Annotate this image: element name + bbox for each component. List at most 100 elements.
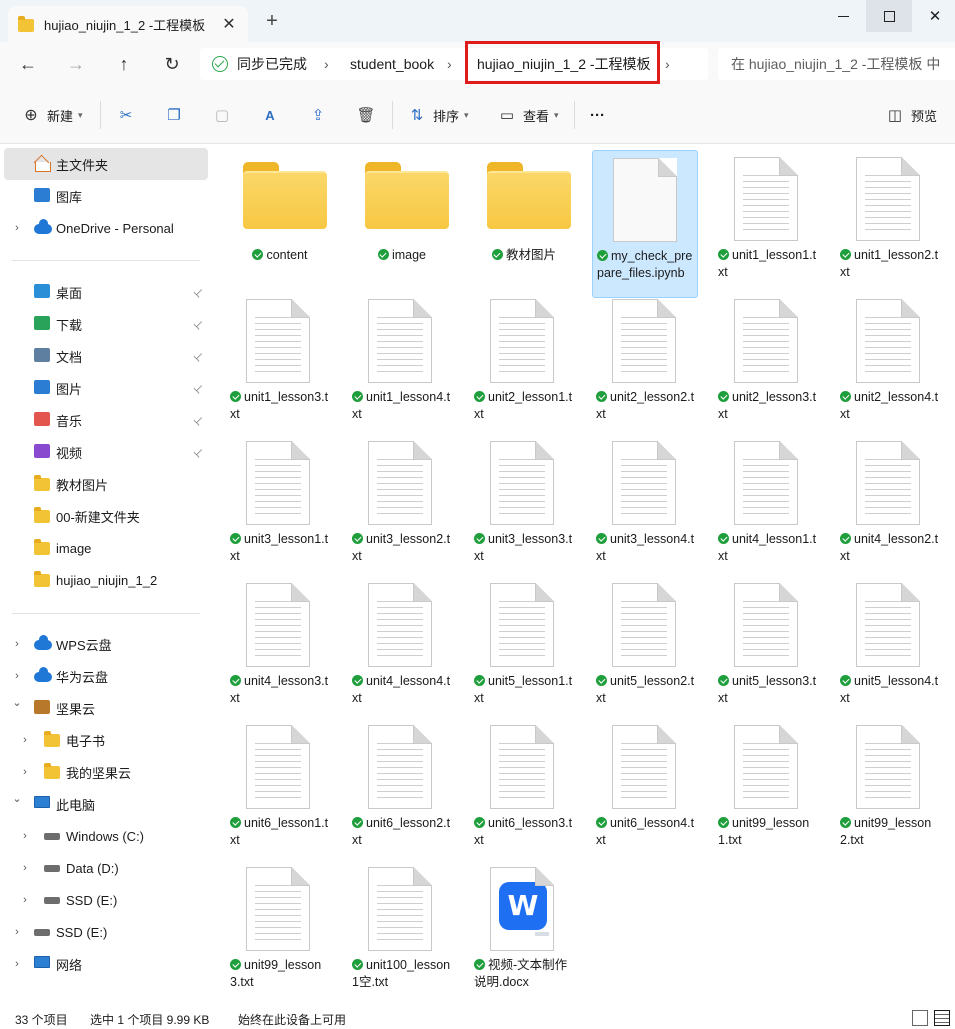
file-item[interactable]: unit6_lesson2.txt [348, 718, 454, 866]
file-item[interactable]: unit99_lesson3.txt [226, 860, 332, 1006]
folder-item[interactable]: image [348, 150, 454, 298]
up-button[interactable]: ↑ [108, 50, 140, 78]
sidebar-item-drive-e-2[interactable]: › SSD (E:) [4, 916, 208, 948]
chevron-down-icon[interactable]: ⌄ [12, 696, 22, 709]
pin-icon[interactable]: ⊥ [191, 316, 207, 332]
sidebar-item-drive-d[interactable]: › Data (D:) [4, 852, 208, 884]
window-tab[interactable]: hujiao_niujin_1_2 -工程模板 ✕ [8, 6, 248, 42]
file-item[interactable]: unit5_lesson4.txt [836, 576, 942, 724]
sidebar-item-quick-access[interactable]: 教材图片 [4, 468, 208, 500]
sidebar-item-quick-access[interactable]: image [4, 532, 208, 564]
sidebar-item-onedrive[interactable]: › OneDrive - Personal [4, 212, 208, 244]
pin-icon[interactable]: ⊥ [191, 380, 207, 396]
chevron-down-icon[interactable]: ⌄ [12, 792, 22, 805]
sidebar-item-home[interactable]: 主文件夹 [4, 148, 208, 180]
pin-icon[interactable]: ⊥ [191, 412, 207, 428]
folder-item[interactable]: content [226, 150, 332, 298]
large-icons-view-toggle[interactable] [934, 1010, 950, 1026]
chevron-right-icon[interactable]: › [12, 958, 22, 970]
pin-icon[interactable]: ⊥ [191, 444, 207, 460]
sidebar-item-my-jianguo[interactable]: › 我的坚果云 [4, 756, 208, 788]
file-item[interactable]: W 视频-文本制作说明.docx [470, 860, 576, 1006]
sidebar-item-quick-access[interactable]: 视频 ⊥ [4, 436, 208, 468]
file-item[interactable]: unit1_lesson4.txt [348, 292, 454, 440]
tab-close-button[interactable]: ✕ [220, 14, 238, 34]
file-item[interactable]: unit5_lesson1.txt [470, 576, 576, 724]
file-item[interactable]: unit1_lesson2.txt [836, 150, 942, 298]
breadcrumb-student-book[interactable]: student_book [350, 48, 434, 80]
sidebar-item-ebook[interactable]: › 电子书 [4, 724, 208, 756]
file-item[interactable]: unit3_lesson3.txt [470, 434, 576, 582]
close-window-button[interactable]: ✕ [912, 0, 955, 32]
sidebar-item-quick-access[interactable]: 00-新建文件夹 [4, 500, 208, 532]
file-item[interactable]: unit2_lesson4.txt [836, 292, 942, 440]
rename-button[interactable]: A [261, 104, 286, 126]
paste-button[interactable]: ▢ [213, 104, 238, 126]
sidebar-item-drive-e[interactable]: › SSD (E:) [4, 884, 208, 916]
copy-button[interactable]: ❐ [165, 104, 190, 126]
cut-button[interactable]: ✂ [117, 104, 142, 126]
file-item[interactable]: unit3_lesson4.txt [592, 434, 698, 582]
chevron-right-icon[interactable]: › [20, 734, 30, 746]
maximize-button[interactable] [866, 0, 912, 32]
chevron-right-icon[interactable]: › [20, 830, 30, 842]
breadcrumb-separator[interactable]: › [665, 48, 670, 80]
share-button[interactable]: ⇪ [309, 104, 334, 126]
breadcrumb-separator[interactable]: › [324, 48, 329, 80]
sidebar-item-jianguo[interactable]: ⌄ 坚果云 [4, 692, 208, 724]
delete-button[interactable]: 🗑 [356, 104, 382, 126]
view-button[interactable]: ▭ 查看 ▾ [498, 104, 559, 126]
file-item[interactable]: unit2_lesson1.txt [470, 292, 576, 440]
file-item[interactable]: unit4_lesson2.txt [836, 434, 942, 582]
file-item[interactable]: unit3_lesson2.txt [348, 434, 454, 582]
minimize-button[interactable] [820, 0, 866, 32]
pin-icon[interactable]: ⊥ [191, 348, 207, 364]
details-view-toggle[interactable] [912, 1010, 928, 1026]
file-item[interactable]: unit2_lesson3.txt [714, 292, 820, 440]
chevron-right-icon[interactable]: › [20, 894, 30, 906]
forward-button[interactable]: → [60, 50, 92, 78]
search-input[interactable]: 在 hujiao_niujin_1_2 -工程模板 中 [718, 48, 955, 80]
sidebar-item-drive-c[interactable]: › Windows (C:) [4, 820, 208, 852]
file-item[interactable]: unit5_lesson3.txt [714, 576, 820, 724]
file-item[interactable]: unit99_lesson2.txt [836, 718, 942, 866]
chevron-right-icon[interactable]: › [20, 862, 30, 874]
file-item[interactable]: unit100_lesson1空.txt [348, 860, 454, 1006]
chevron-right-icon[interactable]: › [20, 766, 30, 778]
back-button[interactable]: ← [12, 50, 44, 78]
sidebar-item-quick-access[interactable]: 文档 ⊥ [4, 340, 208, 372]
sidebar-item-network[interactable]: › 网络 [4, 948, 208, 980]
breadcrumb-separator[interactable]: › [447, 48, 452, 80]
chevron-right-icon[interactable]: › [12, 638, 22, 650]
chevron-right-icon[interactable]: › [12, 926, 22, 938]
pin-icon[interactable]: ⊥ [191, 284, 207, 300]
file-item[interactable]: unit99_lesson1.txt [714, 718, 820, 866]
file-item[interactable]: unit6_lesson4.txt [592, 718, 698, 866]
file-item[interactable]: unit6_lesson1.txt [226, 718, 332, 866]
sidebar-item-quick-access[interactable]: 下载 ⊥ [4, 308, 208, 340]
file-item[interactable]: unit3_lesson1.txt [226, 434, 332, 582]
file-item[interactable]: my_check_prepare_files.ipynb [592, 150, 698, 298]
file-item[interactable]: unit5_lesson2.txt [592, 576, 698, 724]
file-item[interactable]: unit4_lesson4.txt [348, 576, 454, 724]
new-tab-button[interactable]: + [258, 10, 286, 33]
file-item[interactable]: unit4_lesson1.txt [714, 434, 820, 582]
chevron-right-icon[interactable]: › [12, 670, 22, 682]
file-item[interactable]: unit2_lesson2.txt [592, 292, 698, 440]
folder-item[interactable]: 教材图片 [470, 150, 576, 298]
sidebar-item-huawei[interactable]: › 华为云盘 [4, 660, 208, 692]
sidebar-item-gallery[interactable]: 图库 [4, 180, 208, 212]
preview-button[interactable]: ◫ 预览 [886, 104, 937, 126]
sidebar-item-wps[interactable]: › WPS云盘 [4, 628, 208, 660]
sidebar-item-quick-access[interactable]: hujiao_niujin_1_2 [4, 564, 208, 596]
refresh-button[interactable]: ↻ [156, 50, 188, 78]
sidebar-item-quick-access[interactable]: 图片 ⊥ [4, 372, 208, 404]
chevron-right-icon[interactable]: › [12, 222, 22, 234]
file-item[interactable]: unit4_lesson3.txt [226, 576, 332, 724]
file-item[interactable]: unit1_lesson1.txt [714, 150, 820, 298]
sidebar-item-quick-access[interactable]: 音乐 ⊥ [4, 404, 208, 436]
sort-button[interactable]: ⇅ 排序 ▾ [408, 104, 469, 126]
file-item[interactable]: unit1_lesson3.txt [226, 292, 332, 440]
file-item[interactable]: unit6_lesson3.txt [470, 718, 576, 866]
more-options-button[interactable]: ··· [590, 104, 605, 126]
